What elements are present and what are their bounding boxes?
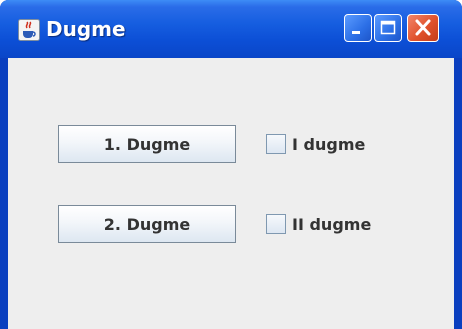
maximize-icon [380, 20, 396, 35]
content-panel: 1. Dugme I dugme 2. Dugme II dugme [8, 58, 454, 329]
close-button[interactable] [407, 14, 439, 42]
checkbox-1[interactable]: I dugme [266, 130, 365, 158]
checkbox-label: II dugme [292, 214, 372, 234]
app-window: Dugme 1. Dugme I dugme 2. Dugme II dugme [0, 0, 462, 329]
window-title: Dugme [46, 17, 126, 41]
button-2[interactable]: 2. Dugme [58, 205, 236, 243]
checkbox-2[interactable]: II dugme [266, 210, 371, 238]
minimize-button[interactable] [344, 14, 372, 42]
maximize-button[interactable] [374, 14, 402, 42]
minimize-icon [352, 31, 360, 34]
checkbox-label: I dugme [292, 134, 366, 154]
java-coffee-icon [18, 19, 40, 41]
close-icon [415, 19, 431, 36]
title-bar[interactable]: Dugme [0, 0, 462, 58]
checkbox-box[interactable] [266, 214, 286, 234]
button-1[interactable]: 1. Dugme [58, 125, 236, 163]
checkbox-box[interactable] [266, 134, 286, 154]
